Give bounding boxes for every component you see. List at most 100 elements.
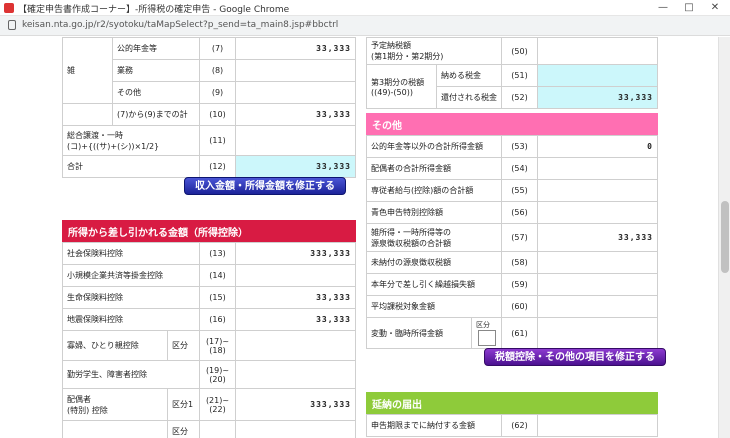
row-value: 333,333 bbox=[235, 242, 356, 265]
row-value bbox=[235, 330, 356, 361]
sonota-table: 公的年金等以外の合計所得金額 (53) 0 配偶者の合計所得金額 (54) 専従… bbox=[366, 135, 658, 349]
row-number: (62) bbox=[501, 414, 538, 437]
row-label: 小規模企業共済等掛金控除 bbox=[62, 264, 200, 287]
row-value bbox=[537, 64, 658, 87]
row-value: 33,333 bbox=[235, 155, 356, 178]
row-number: (14) bbox=[199, 264, 236, 287]
row-value bbox=[537, 251, 658, 274]
row-value bbox=[235, 81, 356, 104]
sonota-header: その他 bbox=[366, 113, 658, 135]
row-value: 33,333 bbox=[235, 37, 356, 60]
row-number: (54) bbox=[501, 157, 538, 180]
deduction-table: 社会保険料控除 (13) 333,333 小規模企業共済等掛金控除 (14) 生… bbox=[62, 242, 356, 438]
row-sub-label: 還付される税金 bbox=[436, 86, 502, 109]
row-label: 専従者給与(控除)額の合計額 bbox=[366, 179, 502, 202]
table-row: 平均課税対象金額 (60) bbox=[366, 295, 658, 318]
row-number: (21)~ (22) bbox=[199, 388, 236, 421]
table-row: (7)から(9)までの計 (10) 33,333 bbox=[62, 103, 356, 126]
minimize-button[interactable]: — bbox=[650, 0, 676, 16]
row-value bbox=[537, 295, 658, 318]
row-number: (10) bbox=[199, 103, 236, 126]
page-viewport: 雑 公的年金等 (7) 33,333 業務 (8) その他 (9) (7)から(… bbox=[0, 37, 718, 438]
kubun-box bbox=[478, 330, 496, 346]
row-label: 公的年金等以外の合計所得金額 bbox=[366, 135, 502, 158]
browser-window: 【確定申告書作成コーナー】-所得税の確定申告 - Google Chrome —… bbox=[0, 0, 730, 438]
row-number: (55) bbox=[501, 179, 538, 202]
left-panel: 雑 公的年金等 (7) 33,333 業務 (8) その他 (9) (7)から(… bbox=[62, 37, 356, 438]
table-row: 雑 公的年金等 (7) 33,333 bbox=[62, 37, 356, 104]
income-table: 雑 公的年金等 (7) 33,333 業務 (8) その他 (9) (7)から(… bbox=[62, 37, 356, 178]
row-number: (15) bbox=[199, 286, 236, 309]
table-row: 寡婦、ひとり親控除 区分 (17)~ (18) bbox=[62, 330, 356, 361]
row-label: 第3期分の税額 ((49)-(50)) bbox=[366, 64, 437, 109]
row-value bbox=[537, 201, 658, 224]
row-label: 青色申告特別控除額 bbox=[366, 201, 502, 224]
row-number: (52) bbox=[501, 86, 538, 109]
row-sub-label: 納める税金 bbox=[436, 64, 502, 87]
kubun-cell: 区分 bbox=[471, 317, 502, 349]
row-number: (58) bbox=[501, 251, 538, 274]
row-number: (53) bbox=[501, 135, 538, 158]
row-value bbox=[235, 264, 356, 287]
row-number: (7) bbox=[199, 37, 236, 60]
row-label: 生命保険料控除 bbox=[62, 286, 200, 309]
row-value: 333,333 bbox=[235, 388, 356, 421]
row-value: 0 bbox=[537, 135, 658, 158]
close-button[interactable]: ✕ bbox=[702, 0, 728, 16]
nouzei-header: 延納の届出 bbox=[366, 392, 658, 414]
address-bar[interactable]: keisan.nta.go.jp/r2/syotoku/taMapSelect?… bbox=[0, 16, 730, 36]
row-label bbox=[62, 420, 168, 438]
row-number: (60) bbox=[501, 295, 538, 318]
table-row: 本年分で差し引く繰越損失額 (59) bbox=[366, 273, 658, 296]
row-label: 変動・臨時所得金額 bbox=[366, 317, 472, 349]
edit-deduction-button[interactable]: 税額控除・その他の項目を修正する bbox=[484, 348, 666, 366]
right-panel: 予定納税額 (第1期分・第2期分) (50) 第3期分の税額 ((49)-(50… bbox=[366, 37, 666, 437]
table-row: 社会保険料控除 (13) 333,333 bbox=[62, 242, 356, 265]
kubun-label: 区分 bbox=[167, 330, 200, 361]
lock-icon bbox=[8, 20, 16, 30]
row-label: 本年分で差し引く繰越損失額 bbox=[366, 273, 502, 296]
kubun-label: 区分 bbox=[476, 321, 490, 329]
row-label: 社会保険料控除 bbox=[62, 242, 200, 265]
kubun-label: 区分1 bbox=[167, 388, 200, 421]
nouzei-table: 申告期限までに納付する金額 (62) bbox=[366, 414, 658, 437]
title-bar: 【確定申告書作成コーナー】-所得税の確定申告 - Google Chrome —… bbox=[0, 0, 730, 16]
row-label: 業務 bbox=[112, 59, 200, 82]
vertical-scrollbar[interactable] bbox=[718, 37, 730, 438]
sonota-section: その他 公的年金等以外の合計所得金額 (53) 0 配偶者の合計所得金額 (54… bbox=[366, 113, 658, 349]
row-number: (8) bbox=[199, 59, 236, 82]
row-number: (11) bbox=[199, 125, 236, 156]
favicon-icon bbox=[4, 3, 14, 13]
row-value bbox=[537, 414, 658, 437]
kubun-label: 区分 bbox=[167, 420, 200, 438]
row-number: (12) bbox=[199, 155, 236, 178]
row-value bbox=[235, 59, 356, 82]
row-label: 配偶者 (特別) 控除 bbox=[62, 388, 168, 421]
row-value: 33,333 bbox=[235, 286, 356, 309]
table-row: 申告期限までに納付する金額 (62) bbox=[366, 414, 658, 437]
row-label: 配偶者の合計所得金額 bbox=[366, 157, 502, 180]
row-label: 勤労学生、障害者控除 bbox=[62, 360, 200, 389]
row-value bbox=[537, 179, 658, 202]
edit-income-button[interactable]: 収入金額・所得金額を修正する bbox=[184, 177, 346, 195]
row-value bbox=[537, 273, 658, 296]
url-text[interactable]: keisan.nta.go.jp/r2/syotoku/taMapSelect?… bbox=[22, 20, 338, 30]
row-number: (9) bbox=[199, 81, 236, 104]
tax-table: 予定納税額 (第1期分・第2期分) (50) 第3期分の税額 ((49)-(50… bbox=[366, 37, 658, 109]
table-row: 小規模企業共済等掛金控除 (14) bbox=[62, 264, 356, 287]
row-number: (57) bbox=[501, 223, 538, 252]
group-label: 雑 bbox=[62, 37, 113, 104]
row-value bbox=[537, 317, 658, 349]
row-value: 33,333 bbox=[235, 103, 356, 126]
row-value: 33,333 bbox=[537, 223, 658, 252]
row-value bbox=[537, 37, 658, 65]
table-row: 生命保険料控除 (15) 33,333 bbox=[62, 286, 356, 309]
row-value bbox=[235, 125, 356, 156]
scrollbar-thumb[interactable] bbox=[721, 201, 729, 273]
row-value: 33,333 bbox=[537, 86, 658, 109]
row-number: (13) bbox=[199, 242, 236, 265]
maximize-button[interactable]: □ bbox=[676, 0, 702, 16]
window-title: 【確定申告書作成コーナー】-所得税の確定申告 - Google Chrome bbox=[18, 5, 290, 15]
table-row: 変動・臨時所得金額 区分 (61) bbox=[366, 317, 658, 349]
row-value bbox=[537, 157, 658, 180]
